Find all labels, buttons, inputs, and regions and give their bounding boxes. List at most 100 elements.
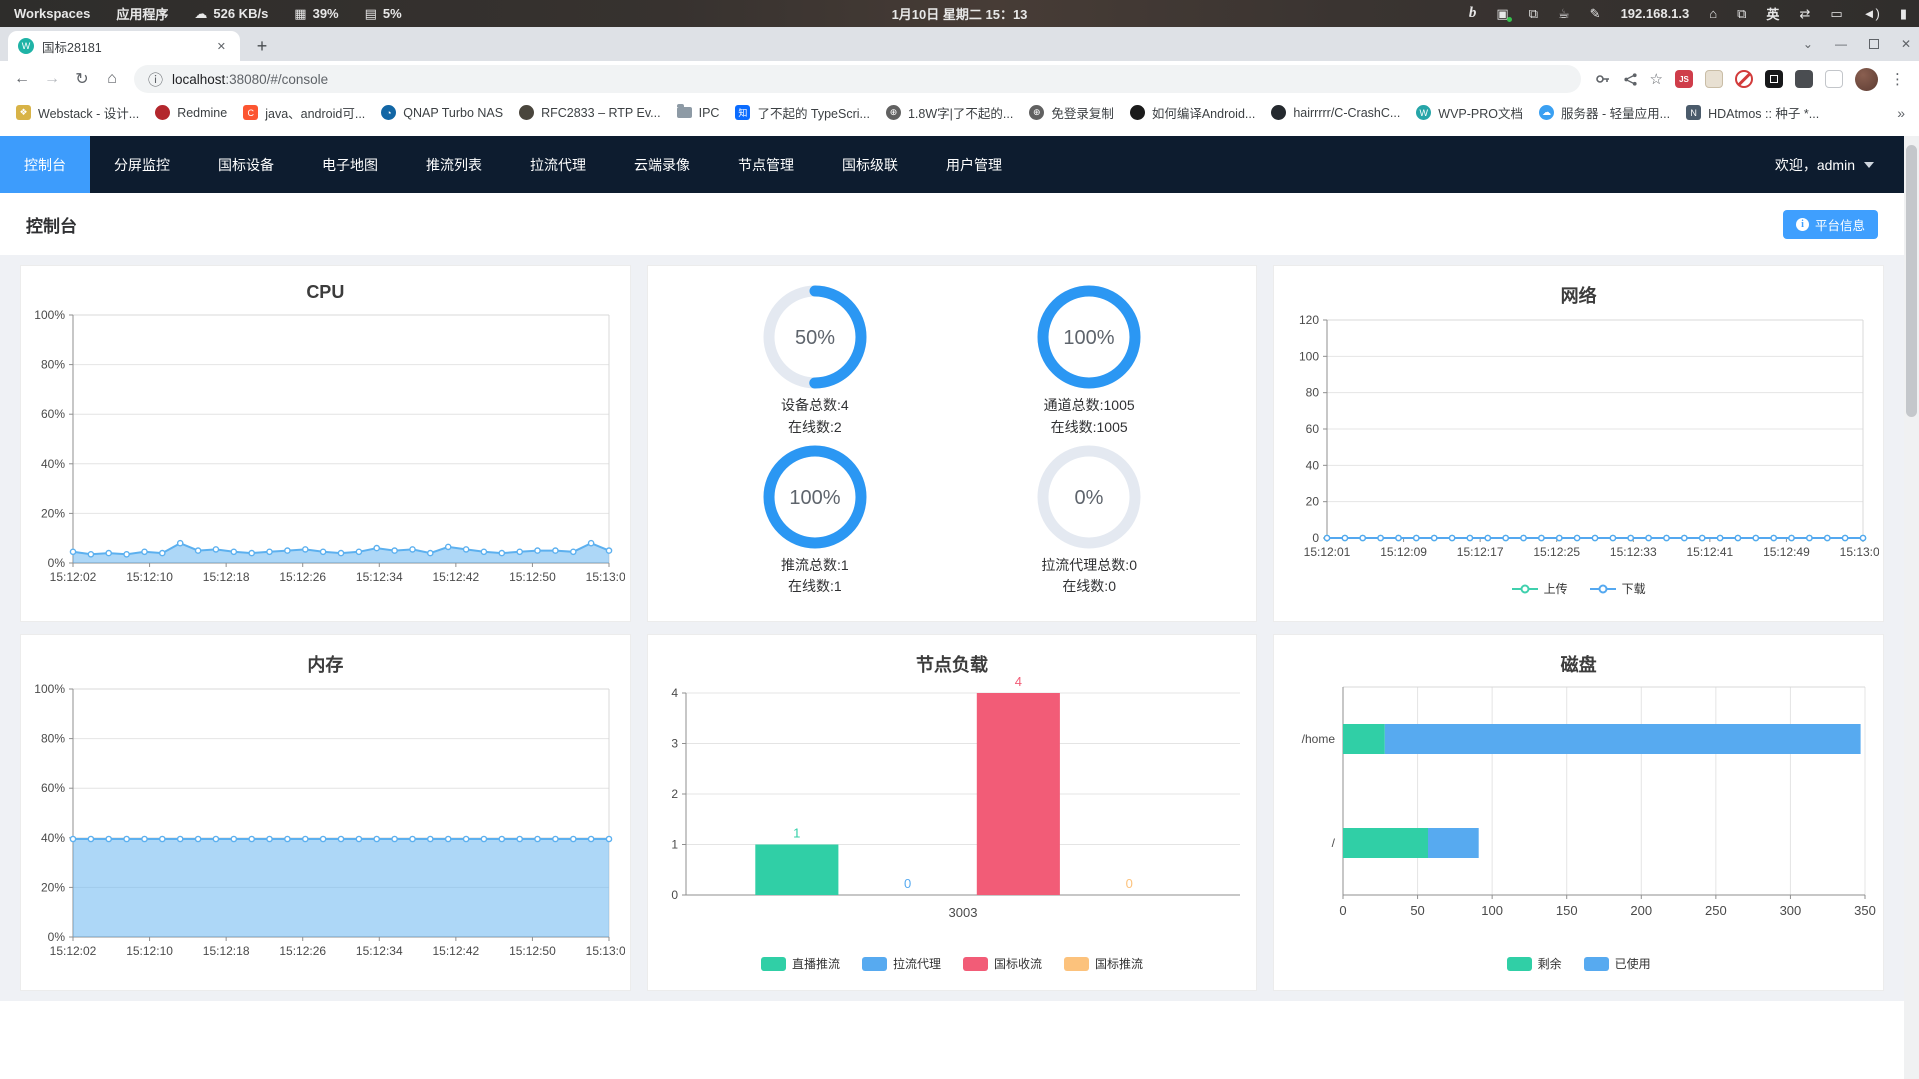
svg-text:350: 350 [1854,903,1876,918]
tab-close-icon[interactable]: ✕ [213,38,230,55]
bookmark-item[interactable]: hairrrrr/C-CrashC... [1263,101,1408,124]
nav-item-4[interactable]: 电子地图 [298,136,402,193]
bookmark-item[interactable]: ⊕ 1.8W字|了不起的... [878,99,1021,126]
nav-item-6[interactable]: 拉流代理 [506,136,610,193]
bookmarks-overflow-chevron[interactable]: » [1897,105,1919,121]
profile-avatar[interactable] [1855,67,1878,91]
window-restore-button[interactable] [1868,39,1879,49]
bookmark-item[interactable]: ◔ QNAP Turbo NAS [373,101,511,124]
info-icon: i [1795,217,1809,231]
scrollbar-thumb[interactable] [1906,145,1917,417]
bookmark-item[interactable]: W WVP-PRO文档 [1408,99,1531,126]
bookmark-item[interactable]: RFC2833 – RTP Ev... [511,101,669,124]
legend-label: 拉流代理 [892,957,941,971]
tweaks-icon[interactable]: ✎ [1590,6,1601,22]
workspaces-button[interactable]: Workspaces [14,6,90,21]
extension-js-icon[interactable]: JS [1675,70,1693,88]
address-bar[interactable]: ⓘ localhost:38080/#/console [134,65,1581,93]
bookmark-favicon: ☁ [1539,105,1555,120]
extensions-puzzle-icon[interactable] [1795,70,1813,88]
bookmark-item[interactable]: ❖ Webstack - 设计... [8,99,147,126]
svg-text:100%: 100% [35,308,66,322]
tab-search-chevron-icon[interactable]: ⌄ [1803,37,1813,51]
site-info-icon[interactable]: ⓘ [148,69,163,90]
svg-text:15:12:50: 15:12:50 [509,944,556,958]
legend-item[interactable]: 剩余 [1506,955,1562,972]
platform-info-button[interactable]: i 平台信息 [1782,209,1878,239]
svg-text:80%: 80% [41,732,65,746]
stats-rings-panel: 50% 设备总数:4 在线数:2 100% 通道总数:1005 在线数:1005 100% 推… [646,265,1258,622]
svg-text:4: 4 [671,686,678,700]
input-method-indicator[interactable]: 英 [1766,4,1779,23]
back-button[interactable]: ← [8,65,36,93]
home-tray-icon[interactable]: ⌂ [1709,6,1717,21]
applications-button[interactable]: 应用程序 [116,4,168,23]
bookmark-item[interactable]: 如何编译Android... [1122,99,1264,126]
legend-item[interactable]: 国标推流 [1064,955,1143,972]
svg-text:20%: 20% [41,880,65,894]
web-page: 控制台 分屏监控 国标设备 电子地图 推流列表 拉流代理 云端录像 节点管理 国标级联 用户管理 … [0,136,1919,1079]
reload-button[interactable]: ↻ [68,65,96,93]
forward-button[interactable]: → [38,65,66,93]
nav-item-2[interactable]: 分屏监控 [90,136,194,193]
browser-tab[interactable]: W 国标28181 ✕ [8,31,240,61]
bookmark-star-icon[interactable]: ☆ [1650,70,1663,88]
phone-sync-icon[interactable]: ⇄ [1799,6,1810,22]
legend-item[interactable]: 直播推流 [760,955,840,972]
legend-item[interactable]: 已使用 [1583,955,1651,972]
screenshot-tray-icon[interactable]: ▣ [1496,6,1513,22]
nav-item-1[interactable]: 控制台 [0,136,90,193]
bookmark-item[interactable]: Redmine [147,101,235,124]
nav-item-5[interactable]: 推流列表 [402,136,506,193]
window-close-button[interactable]: ✕ [1901,37,1911,51]
nav-item-7[interactable]: 云端录像 [610,136,714,193]
svg-text:15:12:42: 15:12:42 [433,570,480,584]
disk-panel: 磁盘 0 50 100 150 200 250 300 350/home / 剩余 已使用 [1273,634,1884,991]
clipboard-tray-icon[interactable]: ⧉ [1529,6,1538,22]
browser-home-button[interactable]: ⌂ [98,65,126,93]
bookmark-item[interactable]: IPC [669,102,728,124]
svg-text:15:12:26: 15:12:26 [280,944,327,958]
bookmark-label: Redmine [177,105,228,120]
new-tab-button[interactable]: + [248,32,276,60]
legend-item[interactable]: 上传 [1511,580,1568,597]
extension-hat-icon[interactable] [1705,70,1723,88]
display-icon[interactable]: ▭ [1830,6,1842,22]
legend-item[interactable]: 下载 [1589,580,1646,597]
battery-icon[interactable]: ▮ [1900,6,1907,22]
legend-item[interactable]: 国标收流 [962,955,1042,972]
bookmark-item[interactable]: Cjava、android可... [235,99,373,126]
chart-legend: 直播推流 拉流代理 国标收流 国标推流 [760,955,1143,972]
legend-item[interactable]: 拉流代理 [861,955,941,972]
svg-text:3003: 3003 [949,905,978,920]
page-scrollbar[interactable] [1904,136,1919,1079]
browser-menu-icon[interactable]: ⋮ [1890,70,1905,88]
ring-online-label: 在线数:2 [787,418,842,435]
extension-screenshot-icon[interactable] [1765,70,1783,88]
nav-item-3[interactable]: 国标设备 [194,136,298,193]
extension-light-icon[interactable] [1825,70,1843,88]
page-header: 控制台 i 平台信息 [0,193,1904,255]
bookmark-item[interactable]: 知了不起的 TypeScri... [727,99,878,126]
nav-item-8[interactable]: 节点管理 [714,136,818,193]
legend-label: 直播推流 [791,957,840,971]
nav-item-10[interactable]: 用户管理 [922,136,1026,193]
extension-adblock-icon[interactable] [1735,70,1753,88]
volume-icon[interactable]: ◄) [1863,6,1880,21]
ip-address[interactable]: 192.168.1.3 [1621,6,1690,21]
window-minimize-button[interactable]: — [1835,37,1847,51]
bookmark-item[interactable]: ☁ 服务器 - 轻量应用... [1531,99,1678,126]
nav-item-9[interactable]: 国标级联 [818,136,922,193]
workspaces-grid-icon[interactable]: ⧉ [1737,6,1746,22]
user-menu[interactable]: 欢迎，admin [1775,136,1904,193]
break-reminder-icon[interactable]: ☕ [1558,6,1570,22]
bookmark-item[interactable]: N HDAtmos :: 种子 *... [1678,99,1827,126]
clock[interactable]: 1月10日 星期二 15：13 [892,4,1028,23]
bookmark-item[interactable]: ⊕ 免登录复制 [1021,99,1122,126]
share-icon[interactable] [1623,72,1638,87]
bookmark-label: QNAP Turbo NAS [403,105,504,120]
chart-canvas: 0 20 40 60 80 100 120 15:12:01 15:12:09 15:12:17 1… [1299,313,1879,559]
password-key-icon[interactable] [1595,71,1611,87]
svg-text:60: 60 [1305,422,1319,436]
bing-tray-icon[interactable]: b [1469,5,1477,22]
